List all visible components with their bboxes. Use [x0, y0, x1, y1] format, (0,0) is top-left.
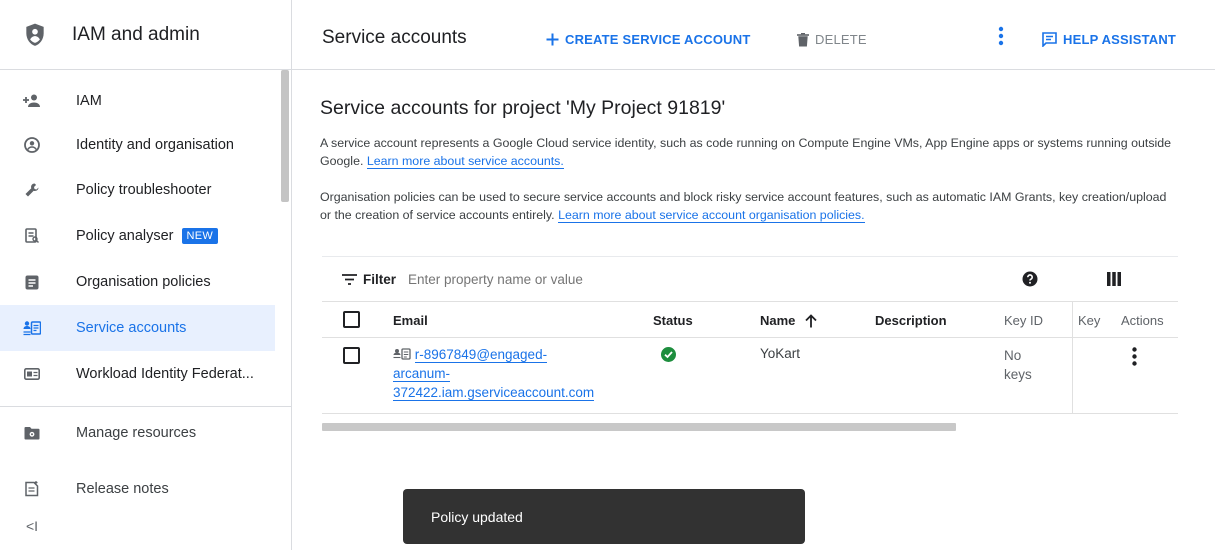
sidebar-item-identity-organisation[interactable]: Identity and organisation: [0, 122, 275, 168]
sidebar-item-workload-identity[interactable]: Workload Identity Federat...: [0, 351, 275, 397]
column-header-status[interactable]: Status: [653, 313, 693, 328]
more-vert-icon: [998, 26, 1004, 46]
sidebar-scrollbar[interactable]: [281, 70, 289, 202]
sidebar-item-policy-troubleshooter[interactable]: Policy troubleshooter: [0, 167, 275, 213]
learn-more-org-policies-link[interactable]: Learn more about service account organis…: [558, 208, 865, 223]
delete-label: DELETE: [815, 32, 867, 47]
service-account-icon: [393, 348, 411, 360]
filter-label: Filter: [363, 271, 397, 287]
sidebar-item-service-accounts[interactable]: Service accounts: [0, 305, 275, 351]
sidebar-item-manage-resources[interactable]: Manage resources: [0, 410, 275, 456]
help-assistant-button[interactable]: HELP ASSISTANT: [1042, 32, 1176, 47]
sidebar-item-label: Organisation policies: [76, 274, 211, 290]
key-id-line-2: keys: [1004, 367, 1032, 382]
row-actions-button[interactable]: [1132, 347, 1137, 369]
top-toolbar: Service accounts CREATE SERVICE ACCOUNT …: [292, 0, 1215, 70]
document-search-icon: [22, 226, 42, 246]
sidebar-item-label: Service accounts: [76, 320, 187, 336]
sort-ascending-icon: [805, 313, 818, 327]
trash-icon: [797, 32, 809, 46]
select-all-checkbox[interactable]: [343, 311, 360, 328]
wrench-icon: [22, 180, 42, 200]
create-label: CREATE SERVICE ACCOUNT: [565, 32, 751, 47]
table-header: Email Status Name Description Key ID Key…: [322, 302, 1178, 338]
sidebar-item-policy-analyser[interactable]: Policy analyser NEW: [0, 213, 275, 259]
sidebar-item-label: Manage resources: [76, 425, 197, 441]
sidebar-item-organisation-policies[interactable]: Organisation policies: [0, 259, 275, 305]
org-policy-paragraph: Organisation policies can be used to sec…: [320, 188, 1180, 224]
table-horizontal-scrollbar[interactable]: [322, 423, 956, 431]
actions-column-divider: [1072, 302, 1073, 414]
person-add-icon: [22, 91, 42, 111]
more-options-button[interactable]: [998, 26, 1010, 46]
column-display-icon[interactable]: [1107, 272, 1121, 291]
list-document-icon: [22, 272, 42, 292]
iam-shield-icon: [26, 23, 44, 46]
sidebar-item-release-notes[interactable]: Release notes: [0, 466, 275, 512]
learn-more-service-accounts-link[interactable]: Learn more about service accounts.: [366, 154, 564, 169]
app-title: IAM and admin: [72, 23, 200, 45]
filter-bar: Filter: [322, 256, 1178, 302]
help-icon[interactable]: [1022, 271, 1038, 292]
column-header-key[interactable]: Key: [1078, 313, 1100, 328]
id-card-icon: [22, 364, 42, 384]
sidebar-header: IAM and admin: [0, 0, 291, 70]
help-label: HELP ASSISTANT: [1063, 32, 1177, 47]
filter-button[interactable]: Filter: [342, 272, 396, 287]
intro-paragraph: A service account represents a Google Cl…: [320, 134, 1180, 170]
filter-icon: [342, 273, 357, 285]
status-enabled-icon: [661, 347, 676, 365]
snackbar-message: Policy updated: [431, 508, 523, 525]
account-circle-icon: [22, 135, 42, 155]
main-content: Service accounts for project 'My Project…: [292, 71, 1215, 550]
sidebar-item-label: Release notes: [76, 481, 169, 497]
sidebar: IAM and admin IAM Identity and organisat…: [0, 0, 292, 550]
page-title: Service accounts: [322, 27, 467, 48]
sidebar-item-label: Workload Identity Federat...: [76, 366, 254, 382]
column-header-description[interactable]: Description: [875, 313, 947, 328]
table-row: r-8967849@engaged- arcanum- 372422.iam.g…: [322, 338, 1178, 414]
more-vert-icon: [1132, 347, 1137, 366]
service-account-email-link[interactable]: r-8967849@engaged- arcanum- 372422.iam.g…: [393, 345, 633, 402]
policy-analyser-text: Policy analyser: [76, 227, 174, 244]
chat-assistant-icon: [1042, 32, 1057, 47]
sidebar-item-label: Identity and organisation: [76, 137, 234, 153]
sidebar-item-label: Policy troubleshooter: [76, 182, 212, 198]
name-header-label: Name: [760, 313, 796, 328]
page-heading: Service accounts for project 'My Project…: [320, 97, 726, 119]
sidebar-item-iam[interactable]: IAM: [0, 78, 275, 124]
plus-icon: [546, 33, 559, 46]
snackbar-notification: Policy updated: [403, 489, 805, 544]
sidebar-divider: [0, 406, 292, 407]
key-id-cell: No keys: [1004, 346, 1032, 384]
email-line-1: r-8967849@engaged-: [414, 347, 548, 363]
sidebar-item-label: Policy analyser NEW: [76, 227, 219, 245]
notes-icon: [22, 479, 42, 499]
email-line-2: arcanum-: [393, 366, 451, 382]
sidebar-item-label: IAM: [76, 93, 102, 109]
key-id-line-1: No: [1004, 348, 1022, 363]
service-account-icon: [22, 318, 42, 338]
collapse-sidebar-button[interactable]: <I: [26, 518, 38, 534]
delete-button[interactable]: DELETE: [797, 32, 867, 47]
account-name: YoKart: [760, 346, 801, 361]
filter-input[interactable]: [408, 271, 809, 287]
column-header-name[interactable]: Name: [760, 313, 818, 328]
row-checkbox[interactable]: [343, 347, 360, 364]
column-header-email[interactable]: Email: [393, 313, 428, 328]
email-line-3: 372422.iam.gserviceaccount.com: [393, 385, 595, 401]
new-badge: NEW: [181, 228, 219, 245]
column-header-actions: Actions: [1121, 313, 1164, 328]
create-service-account-button[interactable]: CREATE SERVICE ACCOUNT: [546, 32, 750, 47]
column-header-key-id[interactable]: Key ID: [1004, 313, 1043, 328]
folder-gear-icon: [22, 423, 42, 443]
